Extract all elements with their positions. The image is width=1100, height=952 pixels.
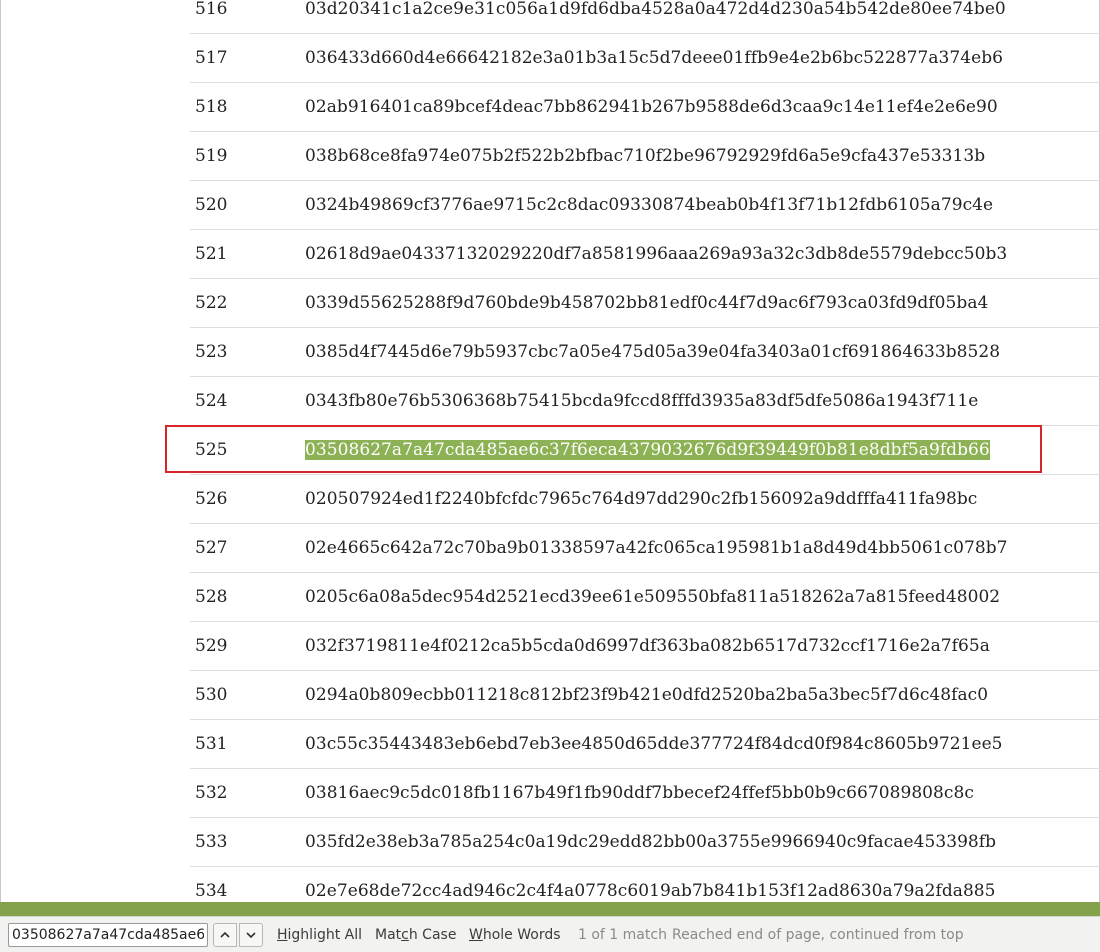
row-hash: 0294a0b809ecbb011218c812bf23f9b421e0dfd2…: [305, 685, 989, 705]
row-hash: 020507924ed1f2240bfcfdc7965c764d97dd290c…: [305, 489, 978, 509]
find-previous-button[interactable]: [213, 923, 237, 947]
table-row: 520 0324b49869cf3776ae9715c2c8dac09330874…: [190, 181, 1100, 230]
table-row: 533 035fd2e38eb3a785a254c0a19dc29edd82bb0…: [190, 818, 1100, 867]
row-hash: 02618d9ae04337132029220df7a8581996aaa269…: [305, 244, 1008, 264]
table-row: 519 038b68ce8fa974e075b2f522b2bfbac710f2b…: [190, 132, 1100, 181]
status-bar: [0, 902, 1100, 916]
row-hash: 0385d4f7445d6e79b5937cbc7a05e475d05a39e0…: [305, 342, 1001, 362]
row-index: 520: [195, 195, 228, 215]
table-row: 516 03d20341c1a2ce9e31c056a1d9fd6dba4528a…: [190, 0, 1100, 34]
table-row: 528 0205c6a08a5dec954d2521ecd39ee61e50955…: [190, 573, 1100, 622]
row-hash: 0324b49869cf3776ae9715c2c8dac09330874bea…: [305, 195, 994, 215]
row-hash: 03c55c35443483eb6ebd7eb3ee4850d65dde3777…: [305, 734, 1003, 754]
row-index: 527: [195, 538, 228, 558]
row-hash: 038b68ce8fa974e075b2f522b2bfbac710f2be96…: [305, 146, 986, 166]
row-index: 517: [195, 48, 228, 68]
table-row: 517 036433d660d4e66642182e3a01b3a15c5d7de…: [190, 34, 1100, 83]
match-case-toggle[interactable]: Match Case: [375, 927, 456, 943]
row-hash: 035fd2e38eb3a785a254c0a19dc29edd82bb00a3…: [305, 832, 997, 852]
row-index: 534: [195, 881, 228, 901]
row-hash: 02e4665c642a72c70ba9b01338597a42fc065ca1…: [305, 538, 1008, 558]
table-row: 532 03816aec9c5dc018fb1167b49f1fb90ddf7bb…: [190, 769, 1100, 818]
row-index: 529: [195, 636, 228, 656]
table-row: 526 020507924ed1f2240bfcfdc7965c764d97dd2…: [190, 475, 1100, 524]
row-hash: 032f3719811e4f0212ca5b5cda0d6997df363ba0…: [305, 636, 990, 656]
row-index: 528: [195, 587, 228, 607]
row-hash: 036433d660d4e66642182e3a01b3a15c5d7deee0…: [305, 48, 1004, 68]
row-index: 522: [195, 293, 228, 313]
row-hash: 0339d55625288f9d760bde9b458702bb81edf0c4…: [305, 293, 989, 313]
row-hash: 02ab916401ca89bcef4deac7bb862941b267b958…: [305, 97, 998, 117]
row-index: 523: [195, 342, 228, 362]
row-hash-match: 03508627a7a47cda485ae6c37f6eca4379032676…: [305, 440, 990, 460]
row-hash: 02e7e68de72cc4ad946c2c4f4a0778c6019ab7b8…: [305, 881, 996, 901]
table-row-selected: 525 03508627a7a47cda485ae6c37f6eca4379032…: [165, 425, 1100, 475]
row-index: 516: [195, 0, 228, 19]
table-row: 531 03c55c35443483eb6ebd7eb3ee4850d65dde3…: [190, 720, 1100, 769]
table-row: 529 032f3719811e4f0212ca5b5cda0d6997df363…: [190, 622, 1100, 671]
row-index: 526: [195, 489, 228, 509]
row-index: 532: [195, 783, 228, 803]
find-bar: Highlight All Match Case Whole Words 1 o…: [0, 916, 1100, 952]
row-index: 533: [195, 832, 228, 852]
row-index: 530: [195, 685, 228, 705]
row-hash: 0343fb80e76b5306368b75415bcda9fccd8fffd3…: [305, 391, 979, 411]
table-row: 530 0294a0b809ecbb011218c812bf23f9b421e0d…: [190, 671, 1100, 720]
row-index: 531: [195, 734, 228, 754]
row-index: 524: [195, 391, 228, 411]
chevron-up-icon: [220, 931, 230, 938]
match-count: 1 of 1 match: [578, 927, 667, 943]
table-row: 527 02e4665c642a72c70ba9b01338597a42fc065…: [190, 524, 1100, 573]
row-index: 525: [195, 440, 228, 460]
find-input[interactable]: [8, 923, 208, 947]
whole-words-toggle[interactable]: Whole Words: [469, 927, 561, 943]
window-frame-left: [0, 0, 1, 902]
row-hash: 03d20341c1a2ce9e31c056a1d9fd6dba4528a0a4…: [305, 0, 1006, 19]
chevron-down-icon: [246, 932, 256, 939]
table-row: 524 0343fb80e76b5306368b75415bcda9fccd8ff…: [190, 377, 1100, 426]
row-hash: 0205c6a08a5dec954d2521ecd39ee61e509550bf…: [305, 587, 1001, 607]
highlight-all-toggle[interactable]: Highlight All: [277, 927, 362, 943]
hash-table: 516 03d20341c1a2ce9e31c056a1d9fd6dba4528a…: [165, 0, 1100, 916]
row-index: 521: [195, 244, 228, 264]
row-index: 518: [195, 97, 228, 117]
find-next-button[interactable]: [239, 923, 263, 947]
row-index: 519: [195, 146, 228, 166]
table-row: 523 0385d4f7445d6e79b5937cbc7a05e475d05a3…: [190, 328, 1100, 377]
table-row: 521 02618d9ae04337132029220df7a8581996aaa…: [190, 230, 1100, 279]
find-status-message: Reached end of page, continued from top: [672, 927, 964, 943]
table-row: 518 02ab916401ca89bcef4deac7bb862941b267b…: [190, 83, 1100, 132]
row-hash: 03816aec9c5dc018fb1167b49f1fb90ddf7bbece…: [305, 783, 974, 803]
table-row: 522 0339d55625288f9d760bde9b458702bb81edf…: [190, 279, 1100, 328]
